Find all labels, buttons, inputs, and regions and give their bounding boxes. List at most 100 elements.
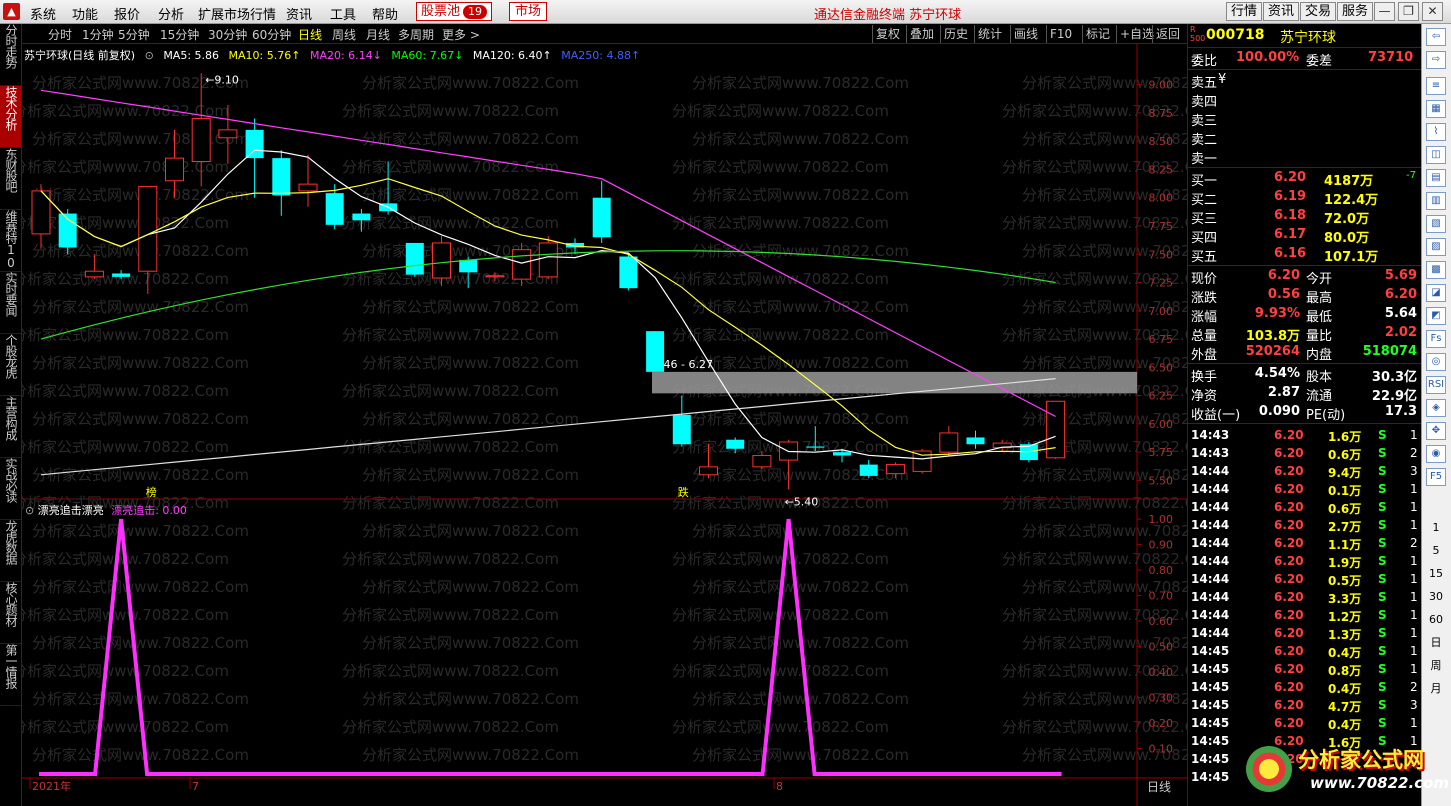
buy-row-0[interactable]: 买一 6.20 4187万 -7 (1188, 169, 1422, 189)
period-tab-3[interactable]: 15分钟 (160, 26, 199, 43)
move-icon[interactable]: ✥ (1426, 422, 1446, 440)
circle-icon[interactable]: ◉ (1426, 445, 1446, 463)
period-shortcut-2[interactable]: 15 (1426, 566, 1446, 584)
menu-help[interactable]: 帮助 (372, 4, 398, 23)
diamond-icon[interactable]: ◈ (1426, 399, 1446, 417)
candle-body (833, 452, 851, 456)
forward-icon[interactable]: ⇨ (1426, 51, 1446, 69)
period-shortcut-4[interactable]: 60 (1426, 612, 1446, 630)
split2-icon[interactable]: ◩ (1426, 307, 1446, 325)
period-shortcut-5[interactable]: 日 (1426, 635, 1446, 653)
chart-dropdown-icon[interactable]: ⊙ (145, 49, 154, 62)
tool-button-7[interactable]: +自选 (1116, 25, 1157, 43)
price-tick-label: 6.25 (1149, 390, 1174, 403)
trade-button[interactable]: 交易 (1300, 2, 1337, 21)
tool-button-6[interactable]: 标记 (1082, 25, 1113, 43)
period-tab-0[interactable]: 分时 (48, 26, 72, 43)
minimize-icon[interactable]: — (1374, 2, 1395, 21)
menu-news[interactable]: 资讯 (286, 4, 312, 23)
buy-row-4[interactable]: 买五 6.16 107.1万 (1188, 245, 1422, 265)
quote-button[interactable]: 行情 (1226, 2, 1263, 21)
service-button[interactable]: 服务 (1337, 2, 1374, 21)
sell-row-2[interactable]: 卖三 (1188, 109, 1422, 129)
left-tab-7[interactable]: 实战必读 (0, 458, 21, 520)
menu-tools[interactable]: 工具 (330, 4, 356, 23)
period-tab-10[interactable]: 更多 > (442, 26, 480, 43)
tool-button-1[interactable]: 叠加 (906, 25, 937, 43)
left-tab-4[interactable]: 实时要闻 (0, 272, 21, 334)
buy-row-3[interactable]: 买四 6.17 80.0万 (1188, 226, 1422, 246)
period-tab-4[interactable]: 30分钟 (208, 26, 247, 43)
menu-system[interactable]: 系统 (30, 4, 56, 23)
target-icon[interactable]: ◎ (1426, 353, 1446, 371)
tick-count: 1 (1410, 644, 1418, 658)
close-icon[interactable]: ✕ (1422, 2, 1443, 21)
grid-icon[interactable]: ▦ (1426, 100, 1446, 118)
back-icon[interactable]: ⇦ (1426, 28, 1446, 46)
kline-chart[interactable]: 分析家公式网www.70822.Com 分析家公式网www.70822.Com 分析… (22, 44, 1187, 806)
period-shortcut-6[interactable]: 周 (1426, 658, 1446, 676)
column-icon[interactable]: ▥ (1426, 192, 1446, 210)
tool-button-0[interactable]: 复权 (872, 25, 903, 43)
sell-row-1[interactable]: 卖四 (1188, 90, 1422, 110)
buy-row-2[interactable]: 买三 6.18 72.0万 (1188, 207, 1422, 227)
left-tab-1[interactable]: 技术分析 (0, 86, 21, 148)
period-tab-5[interactable]: 60分钟 (252, 26, 291, 43)
period-shortcut-3[interactable]: 30 (1426, 589, 1446, 607)
chart-icon[interactable]: ⌇ (1426, 123, 1446, 141)
buy-row-1[interactable]: 买二 6.19 122.4万 (1188, 188, 1422, 208)
tool-button-2[interactable]: 历史 (940, 25, 971, 43)
layout-icon[interactable]: ▨ (1426, 238, 1446, 256)
rsi-icon[interactable]: RSI (1426, 376, 1446, 394)
restore-icon[interactable]: ❐ (1398, 2, 1419, 21)
market-button[interactable]: 市场 (509, 2, 548, 21)
news-button[interactable]: 资讯 (1263, 2, 1300, 21)
left-tab-6[interactable]: 主营构成 (0, 396, 21, 458)
left-tab-9[interactable]: 核心题材 (0, 582, 21, 644)
period-tab-2[interactable]: 5分钟 (118, 26, 150, 43)
period-shortcut-0[interactable]: 1 (1426, 520, 1446, 538)
left-tab-0[interactable]: 分时走势 (0, 24, 21, 86)
period-tab-9[interactable]: 多周期 (398, 26, 434, 43)
split-icon[interactable]: ◪ (1426, 284, 1446, 302)
period-tab-1[interactable]: 1分钟 (82, 26, 114, 43)
period-tab-7[interactable]: 周线 (332, 26, 356, 43)
indicator-title: 漂亮追击漂亮 (37, 504, 104, 517)
menu-function[interactable]: 功能 (72, 4, 98, 23)
tool-button-3[interactable]: 统计 (974, 25, 1005, 43)
buy-change: -7 (1406, 170, 1416, 181)
tool-button-8[interactable]: 返回 (1152, 25, 1183, 43)
sell-row-0[interactable]: 卖五 ¥ (1188, 71, 1422, 91)
window-icon[interactable]: ◫ (1426, 146, 1446, 164)
f5-icon[interactable]: F5 (1426, 468, 1446, 486)
left-tab-8[interactable]: 龙虎数据 (0, 520, 21, 582)
tool-button-5[interactable]: F10 (1046, 25, 1075, 43)
matrix-icon[interactable]: ▩ (1426, 261, 1446, 279)
period-tab-6[interactable]: 日线 (298, 26, 322, 43)
tick-price: 6.20 (1274, 428, 1304, 442)
left-tab-2[interactable]: 东财股吧 (0, 148, 21, 210)
buy-volume: 72.0万 (1324, 212, 1370, 227)
left-tab-5[interactable]: 个股龙虎 (0, 334, 21, 396)
panel-icon[interactable]: ▧ (1426, 215, 1446, 233)
list-icon[interactable]: ≡ (1426, 77, 1446, 95)
left-tab-10[interactable]: 第一情报 (0, 644, 21, 706)
menu-quote[interactable]: 报价 (114, 4, 140, 23)
sell-row-4[interactable]: 卖一 (1188, 147, 1422, 167)
tick-count: 1 (1410, 590, 1418, 604)
tool-button-4[interactable]: 画线 (1010, 25, 1041, 43)
period-tab-8[interactable]: 月线 (366, 26, 390, 43)
sell-row-3[interactable]: 卖二 (1188, 128, 1422, 148)
indicator-value: 漂亮追击: 0.00 (111, 504, 187, 517)
table-icon[interactable]: ▤ (1426, 169, 1446, 187)
fs-icon[interactable]: Fs (1426, 330, 1446, 348)
stock-pool-button[interactable]: 股票池 19 (416, 2, 493, 21)
menu-ext-market[interactable]: 扩展市场行情 (198, 4, 276, 23)
period-toolbar: 分时 1分钟 5分钟 15分钟 30分钟 60分钟 日线 周线 月线 多周期 更多 > 复权 叠加 历史统… (22, 24, 1187, 44)
menu-analysis[interactable]: 分析 (158, 4, 184, 23)
left-tab-3[interactable]: 维赛特10 (0, 210, 21, 272)
period-shortcut-1[interactable]: 5 (1426, 543, 1446, 561)
indicator-dropdown-icon[interactable]: ⊙ (25, 504, 34, 517)
period-shortcut-7[interactable]: 月 (1426, 681, 1446, 699)
stats2-value: 2.87 (1267, 385, 1300, 400)
